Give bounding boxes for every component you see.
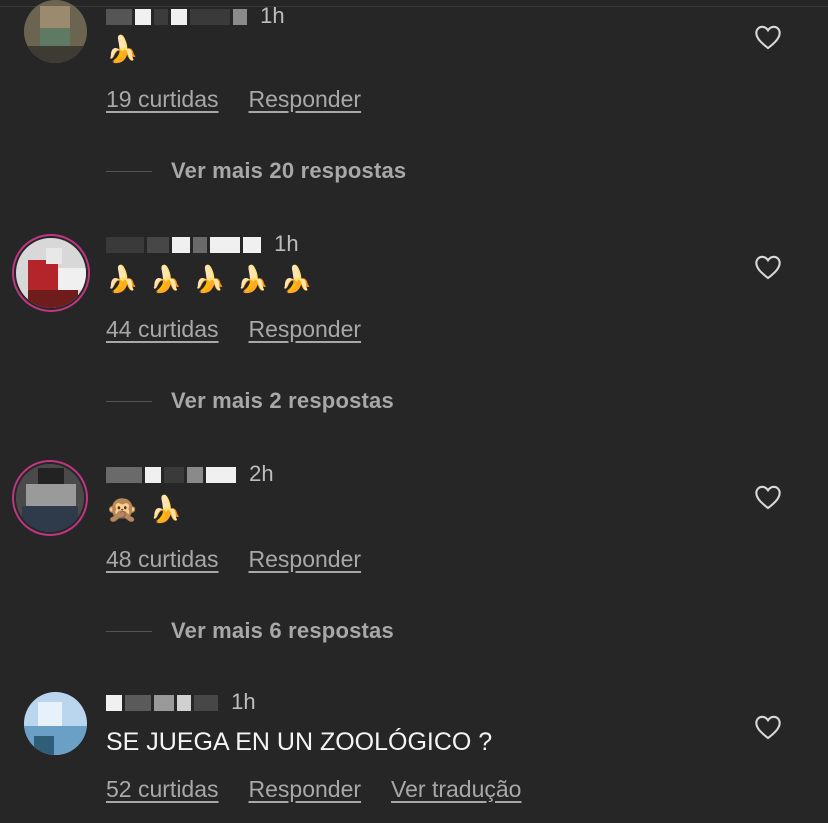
replies-divider xyxy=(106,400,152,402)
comment-item: 2h 🙊 🍌 48 curtidas Responder xyxy=(0,460,828,580)
view-more-replies-button[interactable]: Ver mais 20 respostas xyxy=(171,158,406,184)
comment-time: 1h xyxy=(260,3,285,28)
view-more-replies: Ver mais 20 respostas xyxy=(106,158,406,184)
replies-divider xyxy=(106,630,152,632)
comment-time: 1h xyxy=(231,689,256,714)
likes-count-link[interactable]: 52 curtidas xyxy=(106,776,219,802)
reply-button[interactable]: Responder xyxy=(249,316,362,342)
comment-item: 1h 🍌 19 curtidas Responder xyxy=(0,0,828,120)
translate-button[interactable]: Ver tradução xyxy=(391,776,521,802)
username[interactable]: 1h xyxy=(106,4,326,28)
reply-button[interactable]: Responder xyxy=(249,546,362,572)
likes-count-link[interactable]: 19 curtidas xyxy=(106,86,219,112)
avatar[interactable] xyxy=(16,464,84,532)
heart-icon[interactable] xyxy=(754,484,782,510)
likes-count-link[interactable]: 44 curtidas xyxy=(106,316,219,342)
comment-actions: 44 curtidas Responder xyxy=(106,316,391,343)
likes-count-link[interactable]: 48 curtidas xyxy=(106,546,219,572)
comment-text: 🙊 🍌 xyxy=(106,494,184,524)
view-more-replies: Ver mais 2 respostas xyxy=(106,388,394,414)
comment-actions: 19 curtidas Responder xyxy=(106,86,391,113)
comment-actions: 48 curtidas Responder xyxy=(106,546,391,573)
username[interactable]: 1h xyxy=(106,690,326,714)
avatar[interactable] xyxy=(24,692,87,755)
username[interactable]: 1h xyxy=(106,232,326,256)
view-more-replies-button[interactable]: Ver mais 2 respostas xyxy=(171,388,394,414)
heart-icon[interactable] xyxy=(754,254,782,280)
view-more-replies: Ver mais 6 respostas xyxy=(106,618,394,644)
comment-time: 1h xyxy=(274,231,299,256)
comment-text: SE JUEGA EN UN ZOOLÓGICO ? xyxy=(106,728,493,756)
replies-divider xyxy=(106,170,152,172)
heart-icon[interactable] xyxy=(754,714,782,740)
reply-button[interactable]: Responder xyxy=(249,776,362,802)
comment-text: 🍌 xyxy=(106,34,139,64)
username[interactable]: 2h xyxy=(106,462,326,486)
avatar[interactable] xyxy=(16,238,86,308)
comment-item: 1h 🍌 🍌 🍌 🍌 🍌 44 curtidas Responder xyxy=(0,230,828,350)
reply-button[interactable]: Responder xyxy=(249,86,362,112)
view-more-replies-button[interactable]: Ver mais 6 respostas xyxy=(171,618,394,644)
comment-text: 🍌 🍌 🍌 🍌 🍌 xyxy=(106,264,315,294)
heart-icon[interactable] xyxy=(754,24,782,50)
comment-time: 2h xyxy=(249,461,274,486)
comment-actions: 52 curtidas Responder Ver tradução xyxy=(106,776,551,803)
comment-item: 1h SE JUEGA EN UN ZOOLÓGICO ? 52 curtida… xyxy=(0,690,828,810)
avatar[interactable] xyxy=(24,0,87,63)
